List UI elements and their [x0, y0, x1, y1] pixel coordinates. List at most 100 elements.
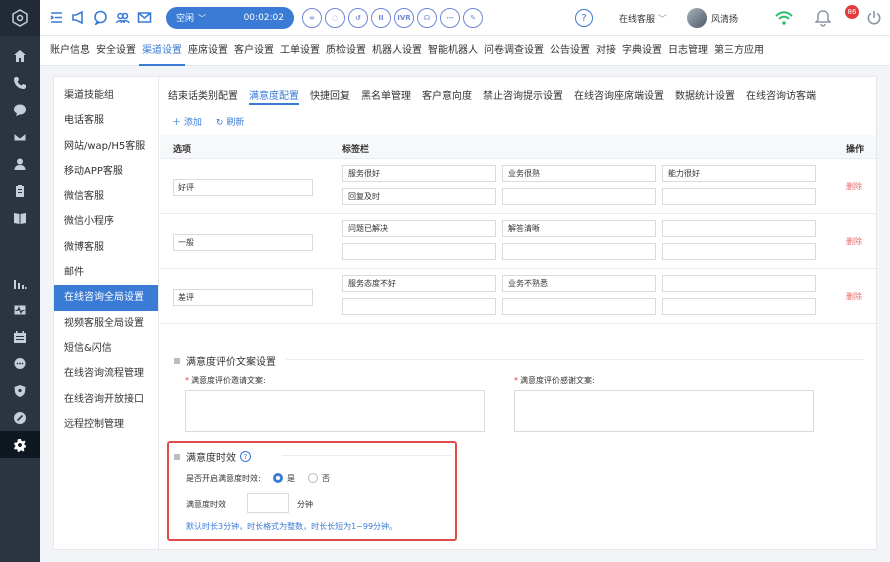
tag-input[interactable] — [502, 243, 656, 260]
side-item-online-global[interactable]: 在线咨询全局设置 — [54, 285, 158, 311]
option-input[interactable]: 差评 — [173, 289, 313, 306]
ivr-button[interactable]: IVR — [394, 7, 414, 28]
nav-notice-settings[interactable]: 公告设置 — [547, 36, 593, 66]
message-icon[interactable] — [0, 350, 40, 377]
settings-gear-icon[interactable] — [0, 431, 40, 458]
mail-icon[interactable] — [0, 123, 40, 150]
tag-input[interactable]: 能力很好 — [662, 165, 816, 182]
thanks-copy-textarea[interactable] — [514, 390, 814, 432]
transfer-button[interactable]: ↺ — [348, 7, 368, 28]
tag-input[interactable] — [502, 188, 656, 205]
side-item-video-global[interactable]: 视频客服全局设置 — [54, 311, 158, 336]
nav-smart-robot[interactable]: 智能机器人 — [425, 36, 481, 66]
tag-input[interactable]: 业务不熟悉 — [502, 275, 656, 292]
tag-input[interactable]: 回复及时 — [342, 188, 496, 205]
tag-input[interactable] — [342, 243, 496, 260]
hold-button[interactable]: ∞ — [302, 7, 322, 28]
agent-status-dropdown[interactable]: 空闲 ﹀ 00:02:02 — [166, 6, 294, 29]
tag-input[interactable] — [662, 298, 816, 315]
tag-input[interactable]: 解答清晰 — [502, 220, 656, 237]
delete-link[interactable]: 删除 — [846, 236, 862, 247]
delete-link[interactable]: 删除 — [846, 291, 862, 302]
tab-quick-reply[interactable]: 快捷回复 — [310, 87, 350, 105]
invite-copy-textarea[interactable] — [185, 390, 485, 432]
nav-third-party-apps[interactable]: 第三方应用 — [711, 36, 767, 66]
tag-input[interactable]: 问题已解决 — [342, 220, 496, 237]
add-button[interactable]: ＋ 添加 — [172, 115, 202, 128]
side-item-sms[interactable]: 短信&闪信 — [54, 336, 158, 361]
tab-statistics[interactable]: 数据统计设置 — [675, 87, 735, 105]
bar-chart-icon[interactable] — [0, 269, 40, 296]
delete-link[interactable]: 删除 — [846, 181, 862, 192]
email-icon[interactable] — [136, 10, 152, 26]
nav-integration[interactable]: 对接 — [593, 36, 619, 66]
link-icon[interactable] — [0, 404, 40, 431]
tab-forbid-tips[interactable]: 禁止咨询提示设置 — [483, 87, 563, 105]
option-input[interactable]: 一般 — [173, 234, 313, 251]
tab-seat-end[interactable]: 在线咨询座席端设置 — [574, 87, 664, 105]
book-icon[interactable] — [0, 204, 40, 231]
side-item-remote-control[interactable]: 远程控制管理 — [54, 412, 158, 437]
help-icon[interactable]: ? — [575, 9, 593, 27]
refresh-button[interactable]: ↻ 刷新 — [216, 115, 244, 128]
side-item-phone[interactable]: 电话客服 — [54, 108, 158, 133]
avatar[interactable] — [687, 8, 707, 28]
mute-button[interactable]: ◌ — [325, 7, 345, 28]
nav-log-management[interactable]: 日志管理 — [665, 36, 711, 66]
tag-input[interactable] — [502, 298, 656, 315]
bell-icon[interactable] — [815, 9, 831, 27]
tab-end-category[interactable]: 结束话类别配置 — [168, 87, 238, 105]
side-item-email[interactable]: 邮件 — [54, 260, 158, 285]
nav-customer-settings[interactable]: 客户设置 — [231, 36, 277, 66]
side-item-open-api[interactable]: 在线咨询开放接口 — [54, 387, 158, 412]
side-item-web[interactable]: 网站/wap/H5客服 — [54, 134, 158, 159]
consult-button[interactable]: ☊ — [417, 7, 437, 28]
tag-input[interactable] — [342, 298, 496, 315]
radio-yes-label[interactable]: 是 — [287, 473, 295, 484]
tag-input[interactable] — [662, 220, 816, 237]
nav-account-info[interactable]: 账户信息 — [47, 36, 93, 66]
tag-input[interactable] — [662, 275, 816, 292]
clipboard-icon[interactable] — [0, 177, 40, 204]
radio-no[interactable] — [308, 473, 318, 483]
tag-input[interactable] — [662, 243, 816, 260]
help-question-icon[interactable]: ? — [240, 451, 251, 462]
nav-qc-settings[interactable]: 质检设置 — [323, 36, 369, 66]
menu-toggle-icon[interactable] — [48, 10, 64, 26]
tab-blacklist[interactable]: 黑名单管理 — [361, 87, 411, 105]
tab-intent[interactable]: 客户意向度 — [422, 87, 472, 105]
nav-channel-settings[interactable]: 渠道设置 — [139, 36, 185, 66]
side-item-wechat[interactable]: 微信客服 — [54, 184, 158, 209]
tab-satisfaction[interactable]: 满意度配置 — [249, 87, 299, 105]
side-item-weibo[interactable]: 微博客服 — [54, 235, 158, 260]
nav-survey-settings[interactable]: 问卷调查设置 — [481, 36, 547, 66]
side-item-mobile-app[interactable]: 移动APP客服 — [54, 159, 158, 184]
calendar-icon[interactable] — [0, 323, 40, 350]
tag-input[interactable]: 服务很好 — [342, 165, 496, 182]
side-item-mini-program[interactable]: 微信小程序 — [54, 209, 158, 234]
side-item-skill-group[interactable]: 渠道技能组 — [54, 83, 158, 108]
nav-dictionary[interactable]: 字典设置 — [619, 36, 665, 66]
radio-no-label[interactable]: 否 — [322, 473, 330, 484]
online-service-dropdown[interactable]: 在线客服 ﹀ — [619, 12, 667, 25]
tab-visitor-end[interactable]: 在线咨询访客端 — [746, 87, 816, 105]
chat-icon[interactable] — [0, 96, 40, 123]
pause-button[interactable]: II — [371, 7, 391, 28]
radio-yes[interactable] — [273, 473, 283, 483]
more-button[interactable]: ⋯ — [440, 7, 460, 28]
power-icon[interactable] — [866, 10, 882, 26]
option-input[interactable]: 好评 — [173, 179, 313, 196]
tag-input[interactable]: 业务很熟 — [502, 165, 656, 182]
contacts-icon[interactable] — [114, 10, 130, 26]
user-icon[interactable] — [0, 150, 40, 177]
shield-icon[interactable] — [0, 377, 40, 404]
user-name[interactable]: 风清扬 — [711, 12, 738, 25]
home-icon[interactable] — [0, 42, 40, 69]
monitor-icon[interactable] — [0, 296, 40, 323]
announce-icon[interactable] — [70, 10, 86, 26]
chat-bubble-icon[interactable] — [92, 10, 108, 26]
edit-button[interactable]: ✎ — [463, 7, 483, 28]
side-item-flow-management[interactable]: 在线咨询流程管理 — [54, 361, 158, 386]
nav-security[interactable]: 安全设置 — [93, 36, 139, 66]
duration-input[interactable] — [247, 493, 289, 513]
